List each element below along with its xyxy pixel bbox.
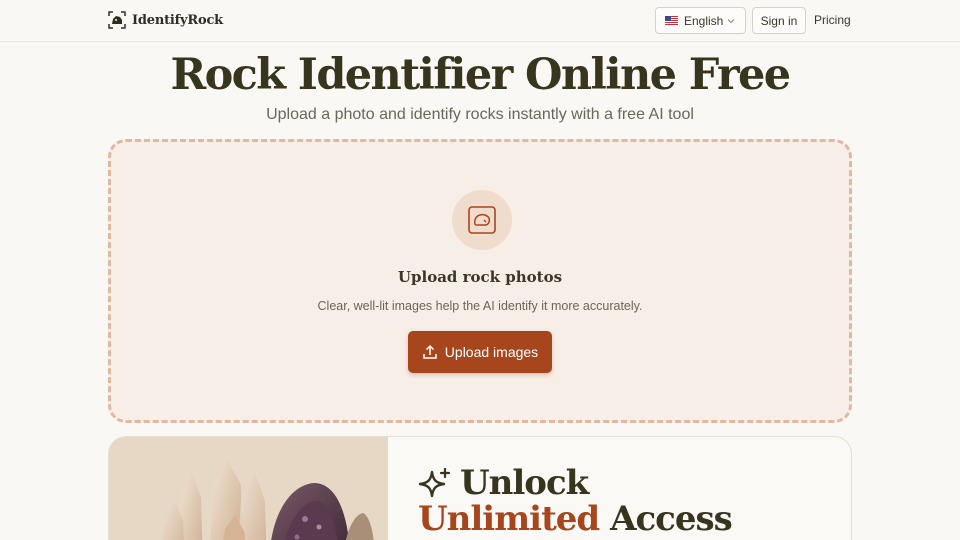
promo-heading: Unlock Unlimited Access bbox=[418, 463, 733, 539]
top-header: IdentifyRock English Sign in Pricing bbox=[0, 0, 960, 42]
page-title: Rock Identifier Online Free bbox=[170, 50, 791, 100]
language-select[interactable]: English bbox=[655, 7, 746, 34]
page-subtitle: Upload a photo and identify rocks instan… bbox=[266, 106, 694, 123]
chevron-down-icon bbox=[727, 19, 735, 24]
sign-in-button[interactable]: Sign in bbox=[752, 7, 806, 34]
brand-logo[interactable]: IdentifyRock bbox=[108, 11, 223, 29]
us-flag-icon bbox=[665, 16, 678, 25]
upload-hint: Clear, well-lit images help the AI ident… bbox=[317, 299, 643, 313]
logo-icon bbox=[108, 11, 126, 29]
sparkle-icon bbox=[418, 467, 451, 498]
crystal-image bbox=[109, 437, 388, 540]
promo-word-unlock: Unlock bbox=[460, 463, 589, 503]
upload-dropzone[interactable]: Upload rock photos Clear, well-lit image… bbox=[108, 139, 852, 423]
brand-name: IdentifyRock bbox=[132, 12, 223, 28]
upload-icon bbox=[423, 344, 437, 359]
promo-word-unlimited: Unlimited bbox=[418, 499, 600, 539]
promo-word-access: Access bbox=[610, 499, 733, 539]
crystals-illustration bbox=[109, 437, 388, 540]
promo-card: Unlock Unlimited Access bbox=[108, 436, 852, 540]
language-label: English bbox=[684, 13, 724, 28]
upload-button-label: Upload images bbox=[444, 344, 539, 360]
rock-image-icon bbox=[468, 206, 496, 234]
upload-heading: Upload rock photos bbox=[397, 268, 563, 286]
pricing-link[interactable]: Pricing bbox=[814, 13, 851, 27]
rock-image-icon-badge bbox=[452, 190, 512, 250]
upload-images-button[interactable]: Upload images bbox=[408, 331, 552, 373]
